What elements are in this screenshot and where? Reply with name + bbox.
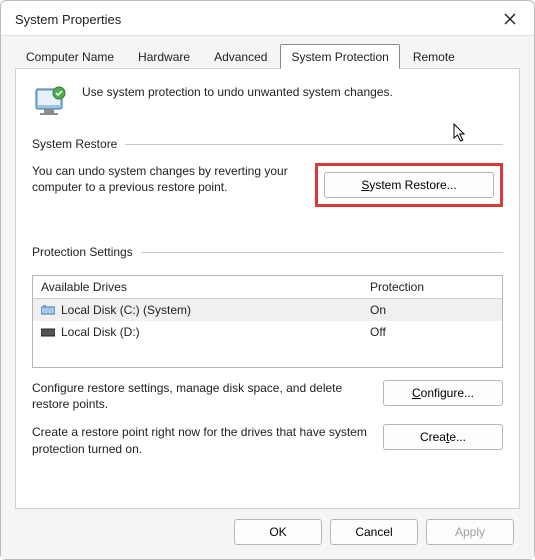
tab-hardware[interactable]: Hardware <box>127 44 201 69</box>
drive-icon <box>41 305 55 315</box>
tab-advanced[interactable]: Advanced <box>203 44 278 69</box>
tab-computer-name[interactable]: Computer Name <box>15 44 125 69</box>
dialog-footer: OK Cancel Apply <box>1 509 534 559</box>
tab-remote[interactable]: Remote <box>402 44 466 69</box>
restore-row: You can undo system changes by reverting… <box>32 163 503 207</box>
protection-heading-row: Protection Settings <box>32 245 503 259</box>
tab-system-protection[interactable]: System Protection <box>280 44 399 69</box>
restore-button-label: ystem Restore... <box>369 178 456 192</box>
protection-heading: Protection Settings <box>32 245 133 259</box>
drive-icon <box>41 327 55 337</box>
cancel-button[interactable]: Cancel <box>330 519 418 545</box>
tab-body: Use system protection to undo unwanted s… <box>15 68 520 509</box>
ok-button[interactable]: OK <box>234 519 322 545</box>
window-title: System Properties <box>15 12 121 27</box>
table-row[interactable]: Local Disk (C:) (System) On <box>33 299 502 321</box>
divider <box>125 144 503 145</box>
close-icon <box>504 13 516 25</box>
restore-text: You can undo system changes by reverting… <box>32 163 303 195</box>
drive-label: Local Disk (D:) <box>61 325 140 339</box>
create-text: Create a restore point right now for the… <box>32 424 371 456</box>
create-row: Create a restore point right now for the… <box>32 424 503 456</box>
protection-status: Off <box>362 321 502 343</box>
divider <box>141 252 503 253</box>
titlebar: System Properties <box>1 1 534 36</box>
cursor-icon <box>453 123 469 143</box>
close-button[interactable] <box>496 7 524 31</box>
drive-label: Local Disk (C:) (System) <box>61 303 191 317</box>
apply-button[interactable]: Apply <box>426 519 514 545</box>
system-properties-window: System Properties Computer Name Hardware… <box>0 0 535 560</box>
content-area: Computer Name Hardware Advanced System P… <box>1 36 534 509</box>
intro-section: Use system protection to undo unwanted s… <box>32 83 503 119</box>
col-protection-header: Protection <box>362 276 502 298</box>
tab-strip: Computer Name Hardware Advanced System P… <box>15 44 520 69</box>
protection-status: On <box>362 299 502 321</box>
restore-heading-row: System Restore <box>32 137 503 151</box>
restore-heading: System Restore <box>32 137 117 151</box>
configure-row: Configure restore settings, manage disk … <box>32 380 503 412</box>
create-button[interactable]: Create... <box>383 424 503 450</box>
configure-button[interactable]: Configure... <box>383 380 503 406</box>
table-row[interactable]: Local Disk (D:) Off <box>33 321 502 343</box>
system-restore-button[interactable]: System Restore... <box>324 172 494 198</box>
drives-table: Available Drives Protection Local Disk (… <box>32 275 503 368</box>
configure-text: Configure restore settings, manage disk … <box>32 380 371 412</box>
restore-button-highlight: System Restore... <box>315 163 503 207</box>
table-spacer <box>33 343 502 367</box>
table-header: Available Drives Protection <box>33 276 502 299</box>
intro-text: Use system protection to undo unwanted s… <box>82 83 393 99</box>
system-protection-icon <box>32 83 68 119</box>
col-drives-header: Available Drives <box>33 276 362 298</box>
